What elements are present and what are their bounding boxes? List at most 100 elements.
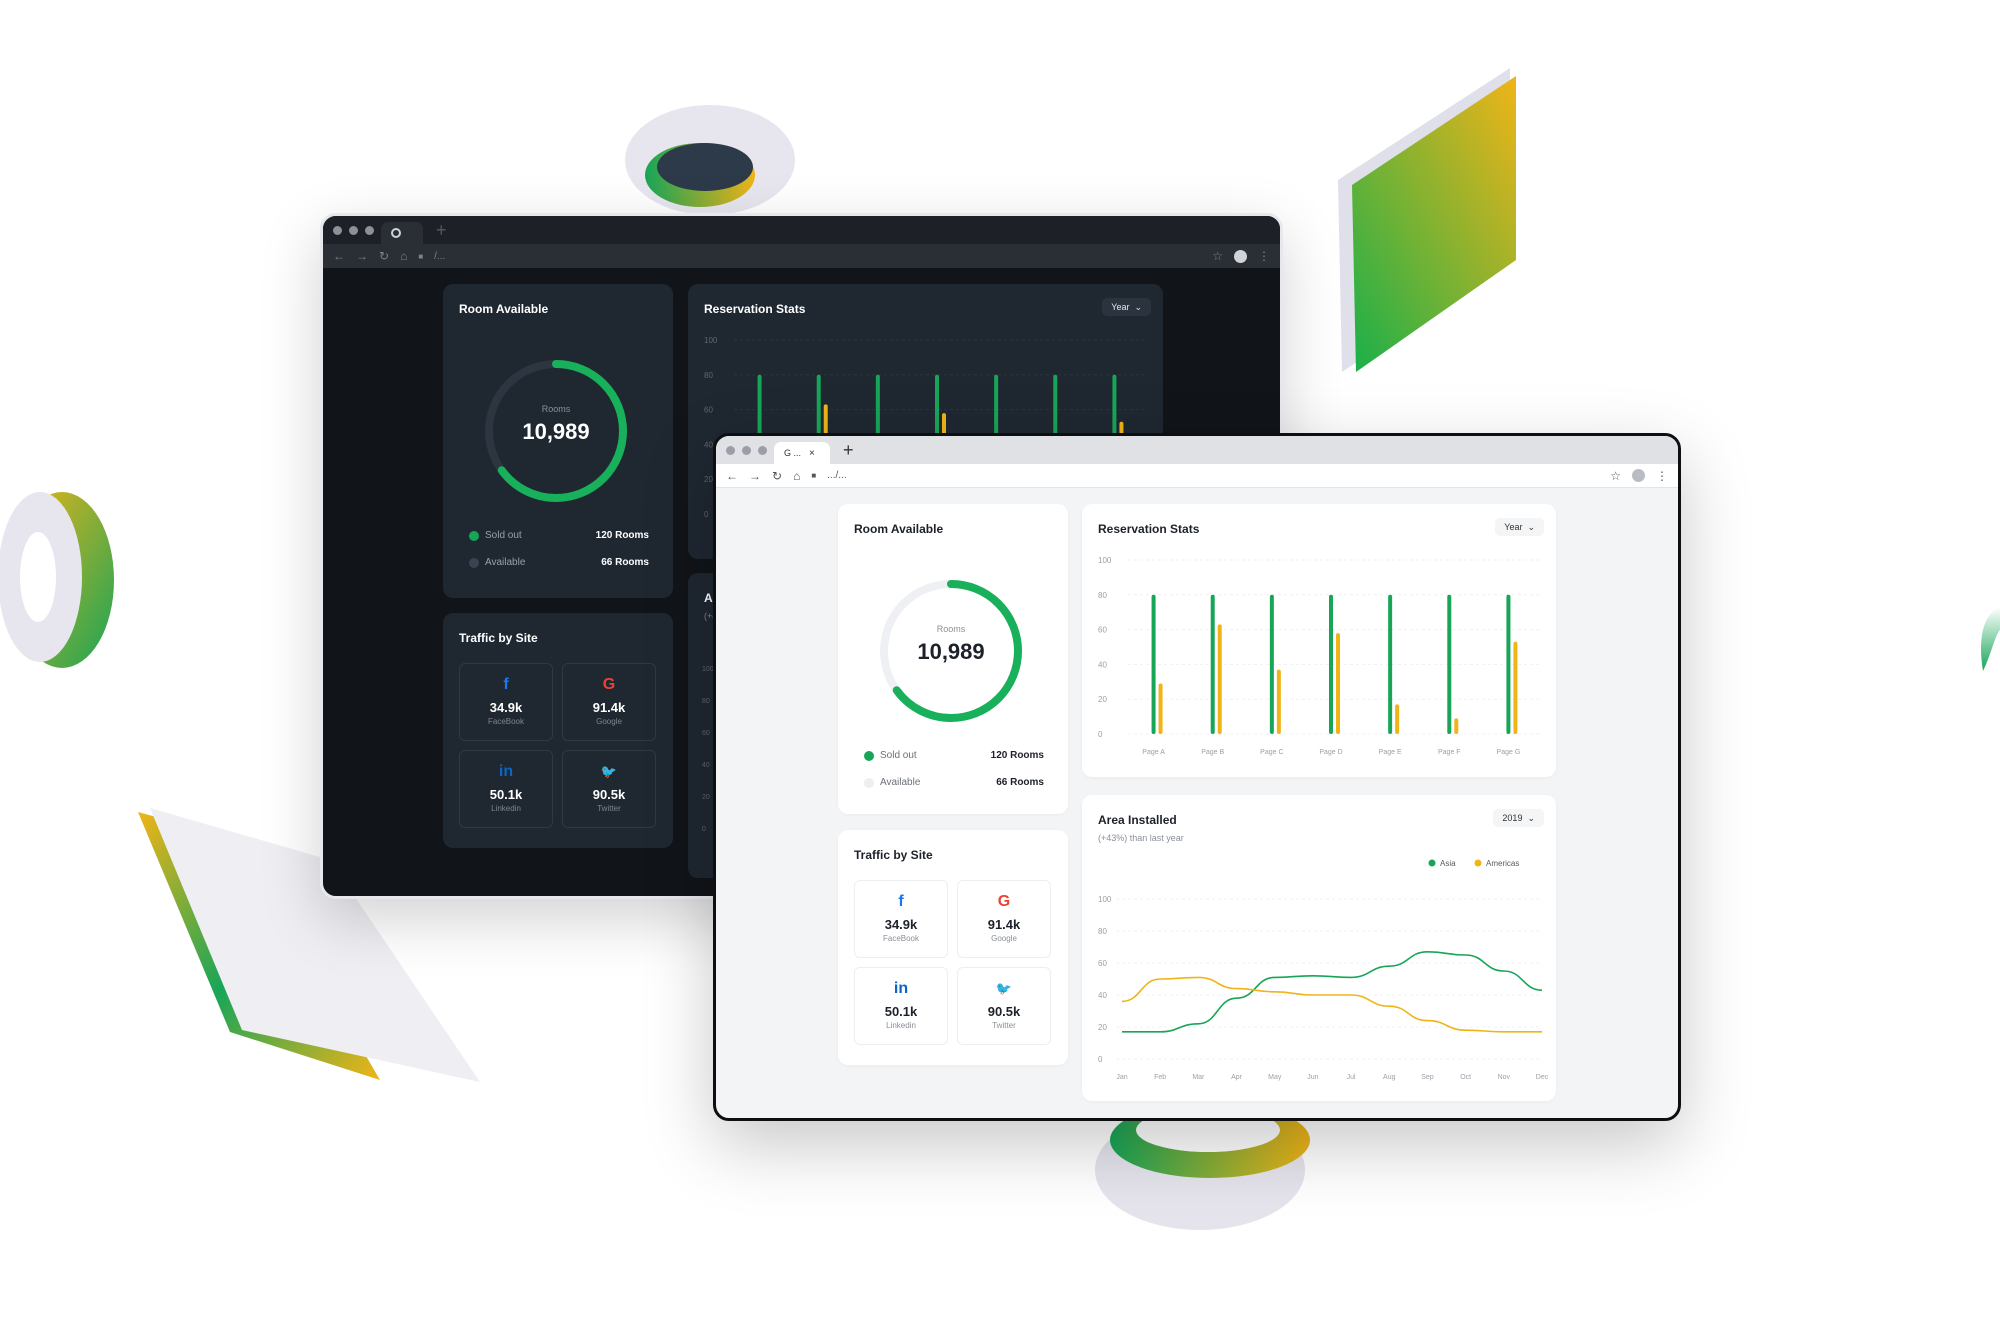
- forward-arrow-icon[interactable]: →: [356, 249, 368, 263]
- available-dot: [864, 777, 874, 788]
- site-tile-google[interactable]: G 91.4k Google: [957, 880, 1051, 958]
- traffic-by-site-card: Traffic by Site f 34.9k FaceBook G 91.4k…: [443, 613, 673, 848]
- browser-tab[interactable]: [381, 222, 423, 244]
- x-tick-label: Page E: [1379, 749, 1402, 756]
- site-value: 34.9k: [489, 700, 523, 715]
- site-name: FaceBook: [882, 934, 920, 943]
- site-value: 50.1k: [884, 1004, 918, 1019]
- site-tile-facebook[interactable]: f 34.9k FaceBook: [459, 663, 553, 741]
- new-tab-button[interactable]: +: [436, 220, 447, 241]
- x-tick-label: Dec: [1536, 1074, 1549, 1081]
- site-tile-linkedin[interactable]: in 50.1k Linkedin: [854, 967, 948, 1045]
- sold-out-dot: [864, 750, 874, 761]
- site-name: Linkedin: [491, 804, 521, 813]
- window-minimize-dot[interactable]: [742, 445, 751, 455]
- y-tick-label: 40: [1098, 660, 1107, 669]
- bar: [1454, 718, 1459, 734]
- x-tick-label: Mar: [1192, 1074, 1205, 1081]
- y-tick-label: 40: [702, 762, 710, 769]
- bookmark-star-icon[interactable]: ☆: [1212, 249, 1223, 263]
- bar: [1329, 594, 1333, 734]
- window-close-dot[interactable]: [333, 225, 342, 235]
- window-maximize-dot[interactable]: [365, 225, 374, 235]
- browser-tab[interactable]: G ... ×: [774, 442, 830, 464]
- site-tile-twitter[interactable]: 🐦 90.5k Twitter: [562, 750, 656, 828]
- available-dot: [469, 557, 479, 568]
- forward-arrow-icon[interactable]: →: [749, 469, 761, 483]
- site-name: Google: [596, 717, 622, 726]
- x-tick-label: Page G: [1497, 749, 1521, 756]
- bar: [1395, 704, 1400, 734]
- x-tick-label: Page C: [1260, 749, 1283, 756]
- reload-icon[interactable]: ↻: [772, 469, 782, 483]
- x-tick-label: Oct: [1460, 1074, 1471, 1081]
- y-tick-label: 60: [1098, 626, 1107, 635]
- site-grid: f 34.9k FaceBook G 91.4k Google in 50.1k…: [459, 663, 656, 828]
- area-installed-card: Area Installed (+43%) than last year 201…: [1082, 795, 1556, 1101]
- x-tick-label: Jan: [1116, 1074, 1127, 1081]
- y-tick-label: 100: [704, 336, 718, 345]
- y-tick-label: 80: [704, 371, 713, 380]
- y-tick-label: 60: [704, 406, 713, 415]
- reservation-stats-card: Reservation Stats Year ⌄ 0 20 40 60 80 100 Pag…: [1082, 504, 1556, 777]
- bar: [1336, 633, 1340, 734]
- card-title: Traffic by Site: [854, 848, 933, 862]
- donut-label: Rooms: [936, 624, 966, 634]
- bookmark-star-icon[interactable]: ☆: [1610, 469, 1621, 483]
- site-tile-facebook[interactable]: f 34.9k FaceBook: [854, 880, 948, 958]
- home-icon[interactable]: ⌂: [400, 249, 407, 263]
- y-tick-label: 40: [1098, 991, 1107, 1000]
- legend-value: 120 Rooms: [595, 530, 649, 541]
- facebook-icon: f: [898, 893, 904, 910]
- bar: [1217, 624, 1222, 734]
- series-line-asia: [1121, 950, 1543, 1033]
- back-arrow-icon[interactable]: ←: [726, 469, 738, 483]
- y-tick-label: 80: [1098, 927, 1107, 936]
- url-field[interactable]: .../...: [827, 470, 1599, 481]
- reload-icon[interactable]: ↻: [379, 249, 389, 263]
- legend-value: 120 Rooms: [990, 750, 1044, 761]
- lock-icon: ■: [418, 251, 424, 261]
- browser-menu-icon[interactable]: ⋮: [1258, 249, 1270, 263]
- x-tick-label: Page A: [1142, 749, 1165, 756]
- new-tab-button[interactable]: +: [843, 440, 854, 461]
- browser-menu-icon[interactable]: ⋮: [1656, 469, 1668, 483]
- window-maximize-dot[interactable]: [758, 445, 767, 455]
- address-bar: ← → ↻ ⌂ ■ /... ☆ ⋮: [323, 244, 1280, 268]
- y-tick-label: 0: [1098, 730, 1103, 739]
- twitter-icon: 🐦: [600, 764, 618, 779]
- x-tick-label: Apr: [1231, 1074, 1243, 1081]
- room-available-card: Room Available Rooms 10,989 Sold out 120…: [838, 504, 1068, 814]
- bar: [1506, 594, 1511, 734]
- profile-avatar[interactable]: [1234, 249, 1247, 263]
- site-value: 90.5k: [592, 787, 626, 802]
- lock-icon: ■: [811, 471, 817, 480]
- back-arrow-icon[interactable]: ←: [333, 249, 345, 263]
- x-tick-label: Page D: [1319, 749, 1342, 756]
- tab-close-icon[interactable]: ×: [809, 448, 815, 459]
- x-tick-label: Jun: [1307, 1074, 1318, 1081]
- card-title: Traffic by Site: [459, 631, 538, 645]
- legend-sold-out: Sold out 120 Rooms: [864, 750, 1044, 761]
- site-tile-twitter[interactable]: 🐦 90.5k Twitter: [957, 967, 1051, 1045]
- y-tick-label: 80: [1098, 591, 1107, 600]
- twitter-icon: 🐦: [995, 981, 1013, 996]
- bar: [1388, 594, 1393, 734]
- site-tile-linkedin[interactable]: in 50.1k Linkedin: [459, 750, 553, 828]
- legend-available: Available 66 Rooms: [864, 777, 1044, 788]
- y-tick-label: 20: [1098, 695, 1107, 704]
- y-tick-label: 100: [1098, 895, 1112, 904]
- site-tile-google[interactable]: G 91.4k Google: [562, 663, 656, 741]
- profile-avatar[interactable]: [1632, 469, 1645, 482]
- url-field[interactable]: /...: [434, 251, 1201, 262]
- site-value: 34.9k: [884, 917, 918, 932]
- donut-value: 10,989: [917, 639, 985, 664]
- home-icon[interactable]: ⌂: [793, 469, 800, 483]
- site-value: 91.4k: [592, 700, 626, 715]
- window-minimize-dot[interactable]: [349, 225, 358, 235]
- legend-value: 66 Rooms: [601, 557, 649, 568]
- legend-label: Available: [880, 777, 921, 788]
- window-close-dot[interactable]: [726, 445, 735, 455]
- x-tick-label: Aug: [1383, 1074, 1396, 1081]
- legend-dot: [1474, 859, 1482, 867]
